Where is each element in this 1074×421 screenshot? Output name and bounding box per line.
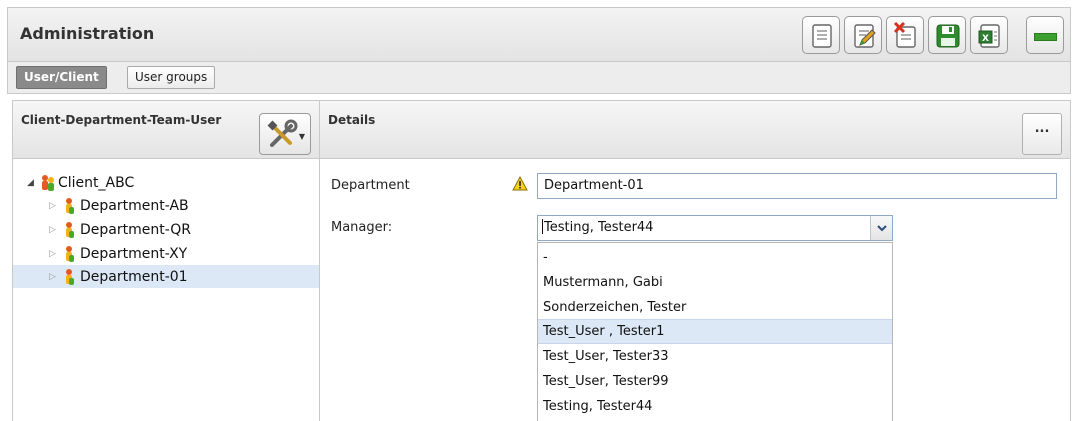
minimize-button[interactable] [1026,16,1064,54]
save-button[interactable] [928,16,966,54]
manager-options-list: - Mustermann, Gabi Sonderzeichen, Tester… [537,242,893,421]
tree-node-department[interactable]: ▷ Department-QR [49,218,191,241]
hierarchy-panel: Client-Department-Team-User ▼ ◢ Client_A… [12,100,320,421]
collapsed-arrow-icon[interactable]: ▷ [49,249,61,259]
details-panel-title: Details [328,113,376,127]
chevron-down-icon: ▼ [298,132,305,141]
manager-select-value: Testing, Tester44 [542,219,654,235]
edit-document-icon [854,24,876,48]
tools-menu-button[interactable]: ▼ [259,113,311,155]
client-group-icon [42,174,54,191]
delete-document-button[interactable] [886,16,924,54]
minimize-icon [1034,33,1057,41]
chevron-down-icon [877,225,887,232]
save-icon [936,24,960,48]
hierarchy-panel-title: Client-Department-Team-User [21,113,222,127]
hierarchy-panel-header: Client-Department-Team-User ▼ [13,101,319,159]
manager-option[interactable]: Mustermann, Gabi [538,270,892,295]
tools-icon [267,119,298,147]
tab-user-groups[interactable]: User groups [127,66,216,89]
manager-select[interactable]: Testing, Tester44 [537,215,893,241]
tree-node-label: Client_ABC [58,174,135,191]
department-icon [66,268,74,285]
manager-label: Manager: [331,220,393,235]
manager-option[interactable]: Sonderzeichen, Tester [538,295,892,320]
tree-node-department[interactable]: ▷ Department-AB [49,194,189,217]
expanded-arrow-icon[interactable]: ◢ [27,178,39,188]
department-name-field[interactable]: Department-01 [537,173,1057,199]
tree-node-label: Department-XY [80,245,188,262]
tree-node-label: Department-QR [80,221,192,238]
manager-option[interactable]: Test_User, Tester99 [538,369,892,394]
tree-node-label: Department-01 [80,268,188,285]
department-icon [66,245,74,262]
manager-dropdown-toggle[interactable] [870,216,892,240]
tree-node-department-selected[interactable]: ▷ Department-01 [13,265,319,288]
details-panel-header: Details ... [320,101,1070,159]
manager-option[interactable]: Testing, Tester44 [538,394,892,419]
tree-node-label: Department-AB [80,197,189,214]
delete-document-icon [893,22,916,48]
admin-header: Administration X [7,7,1071,62]
manager-option[interactable]: Test_User, Tester33 [538,344,892,369]
new-document-button[interactable] [802,16,840,54]
edit-document-button[interactable] [844,16,882,54]
collapsed-arrow-icon[interactable]: ▷ [49,201,61,211]
excel-export-icon: X [978,24,1000,48]
new-document-icon [812,24,832,48]
tree-node-client[interactable]: ◢ Client_ABC [27,171,134,194]
collapsed-arrow-icon[interactable]: ▷ [49,225,61,235]
svg-text:X: X [982,34,989,44]
tree-node-department[interactable]: ▷ Department-XY [49,242,187,265]
toolbar: X [802,16,1008,54]
more-options-button[interactable]: ... [1022,113,1062,155]
page-title: Administration [20,24,155,43]
collapsed-arrow-icon[interactable]: ▷ [49,272,61,282]
department-label: Department [331,178,410,193]
excel-export-button[interactable]: X [970,16,1008,54]
department-icon [66,197,74,214]
warning-icon [512,176,528,191]
department-icon [66,221,74,238]
manager-option-highlighted[interactable]: Test_User , Tester1 [538,319,892,344]
tab-user-client[interactable]: User/Client [16,66,107,89]
manager-option[interactable]: - [538,245,892,270]
tab-strip: User/Client User groups [7,62,1071,94]
